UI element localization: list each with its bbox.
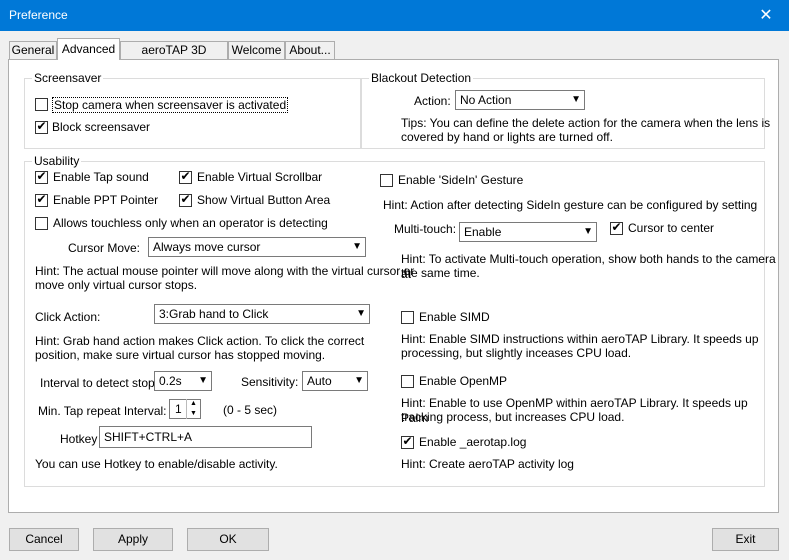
interval-label: Interval to detect stop: (40, 376, 159, 390)
openmp-checkbox[interactable] (401, 375, 414, 388)
cursor-move-select[interactable]: Always move cursor ▼ (148, 237, 366, 257)
title-bar: Preference ✕ (0, 0, 789, 31)
hotkey-label: Hotkey (60, 432, 98, 446)
cursor-move-value: Always move cursor (153, 240, 261, 254)
aerotap-log-label[interactable]: Enable _aerotap.log (419, 435, 526, 449)
chevron-down-icon: ▼ (198, 375, 208, 386)
blackout-action-value: No Action (460, 93, 512, 107)
click-hint-line2: position, make sure virtual cursor has s… (35, 348, 326, 362)
chevron-down-icon: ▼ (352, 241, 362, 252)
simd-hint-line1: Hint: Enable SIMD instructions within ae… (401, 332, 759, 346)
check-icon: ✔ (36, 192, 47, 206)
blackout-tips-line2: covered by hand or lights are turned off… (401, 130, 613, 144)
spin-up-icon[interactable]: ▲ (187, 399, 200, 409)
tab-general[interactable]: General (9, 41, 57, 59)
multitouch-value: Enable (464, 225, 502, 239)
tap-repeat-stepper[interactable]: 1 ▲ ▼ (169, 399, 201, 419)
tab-about[interactable]: About... (285, 41, 335, 59)
tap-sound-checkbox[interactable]: ✔ (35, 169, 48, 184)
hotkey-input[interactable]: SHIFT+CTRL+A (99, 426, 312, 448)
click-action-select[interactable]: 3:Grab hand to Click ▼ (154, 304, 370, 324)
cursor-center-checkbox[interactable]: ✔ (610, 220, 623, 235)
block-screensaver-label[interactable]: Block screensaver (52, 120, 150, 134)
virtual-scrollbar-label[interactable]: Enable Virtual Scrollbar (197, 170, 322, 184)
openmp-hint-line2: tracking process, but increases CPU load… (401, 410, 625, 424)
sidein-checkbox[interactable] (380, 174, 393, 187)
touchless-only-label[interactable]: Allows touchless only when an operator i… (53, 216, 328, 230)
simd-checkbox[interactable] (401, 311, 414, 324)
check-icon: ✔ (180, 169, 191, 183)
aerotap-log-checkbox[interactable]: ✔ (401, 434, 414, 449)
screensaver-title: Screensaver (32, 71, 104, 85)
ppt-pointer-label[interactable]: Enable PPT Pointer (53, 193, 158, 207)
cursor-move-label: Cursor Move: (68, 241, 141, 255)
chevron-down-icon: ▼ (571, 94, 581, 105)
advanced-panel: Screensaver Stop camera when screensaver… (8, 59, 779, 513)
click-action-value: 3:Grab hand to Click (159, 307, 269, 321)
tap-sound-label[interactable]: Enable Tap sound (53, 170, 149, 184)
apply-button[interactable]: Apply (93, 528, 173, 551)
tab-welcome[interactable]: Welcome (228, 41, 285, 59)
stop-camera-checkbox[interactable] (35, 98, 48, 111)
cancel-button[interactable]: Cancel (9, 528, 79, 551)
chevron-down-icon: ▼ (583, 226, 593, 237)
action-label: Action: (414, 94, 451, 108)
window-title: Preference (9, 8, 68, 22)
virtual-button-checkbox[interactable]: ✔ (179, 192, 192, 207)
blackout-title: Blackout Detection (369, 71, 474, 85)
ppt-pointer-checkbox[interactable]: ✔ (35, 192, 48, 207)
stop-camera-label[interactable]: Stop camera when screensaver is activate… (52, 97, 289, 113)
check-icon: ✔ (180, 192, 191, 206)
sidein-label[interactable]: Enable 'SideIn' Gesture (398, 173, 523, 187)
click-action-label: Click Action: (35, 310, 101, 324)
close-icon[interactable]: ✕ (743, 0, 789, 31)
multitouch-label: Multi-touch: (394, 222, 457, 236)
interval-select[interactable]: 0.2s ▼ (154, 371, 212, 391)
hotkey-hint: You can use Hotkey to enable/disable act… (35, 457, 278, 471)
chevron-down-icon: ▼ (354, 375, 364, 386)
log-hint: Hint: Create aeroTAP activity log (401, 457, 574, 471)
check-icon: ✔ (611, 220, 622, 234)
virtual-button-label[interactable]: Show Virtual Button Area (197, 193, 330, 207)
tap-repeat-value: 1 (175, 402, 182, 416)
blackout-tips-line1: Tips: You can define the delete action f… (401, 116, 771, 130)
usability-title: Usability (32, 154, 82, 168)
sensitivity-value: Auto (307, 374, 332, 388)
check-icon: ✔ (36, 119, 47, 133)
tab-aerotap-3d-camera[interactable]: aeroTAP 3D Camera (120, 41, 228, 74)
sensitivity-label: Sensitivity: (241, 375, 299, 389)
tab-advanced[interactable]: Advanced (57, 38, 120, 60)
check-icon: ✔ (402, 434, 413, 448)
multitouch-select[interactable]: Enable ▼ (459, 222, 597, 242)
cursor-hint-line1: Hint: The actual mouse pointer will move… (35, 264, 415, 278)
chevron-down-icon: ▼ (356, 308, 366, 319)
check-icon: ✔ (36, 169, 47, 183)
simd-hint-line2: processing, but slightly inceases CPU lo… (401, 346, 632, 360)
tap-repeat-range: (0 - 5 sec) (223, 403, 278, 417)
hotkey-value: SHIFT+CTRL+A (104, 430, 193, 444)
sidein-hint: Hint: Action after detecting SideIn gest… (383, 198, 758, 212)
block-screensaver-checkbox[interactable]: ✔ (35, 119, 48, 134)
interval-value: 0.2s (159, 374, 182, 388)
cursor-hint-line2: move only virtual cursor stops. (35, 278, 198, 292)
virtual-scrollbar-checkbox[interactable]: ✔ (179, 169, 192, 184)
sensitivity-select[interactable]: Auto ▼ (302, 371, 368, 391)
ok-button[interactable]: OK (187, 528, 269, 551)
openmp-label[interactable]: Enable OpenMP (419, 374, 507, 388)
multitouch-hint-line2: the same time. (401, 266, 480, 280)
blackout-action-select[interactable]: No Action ▼ (455, 90, 585, 110)
touchless-only-checkbox[interactable] (35, 217, 48, 230)
exit-button[interactable]: Exit (712, 528, 779, 551)
click-hint-line1: Hint: Grab hand action makes Click actio… (35, 334, 365, 348)
cursor-center-label[interactable]: Cursor to center (628, 221, 714, 235)
spin-down-icon[interactable]: ▼ (187, 409, 200, 419)
tap-repeat-label: Min. Tap repeat Interval: (38, 404, 167, 418)
screensaver-group: Screensaver (24, 71, 361, 149)
simd-label[interactable]: Enable SIMD (419, 310, 490, 324)
